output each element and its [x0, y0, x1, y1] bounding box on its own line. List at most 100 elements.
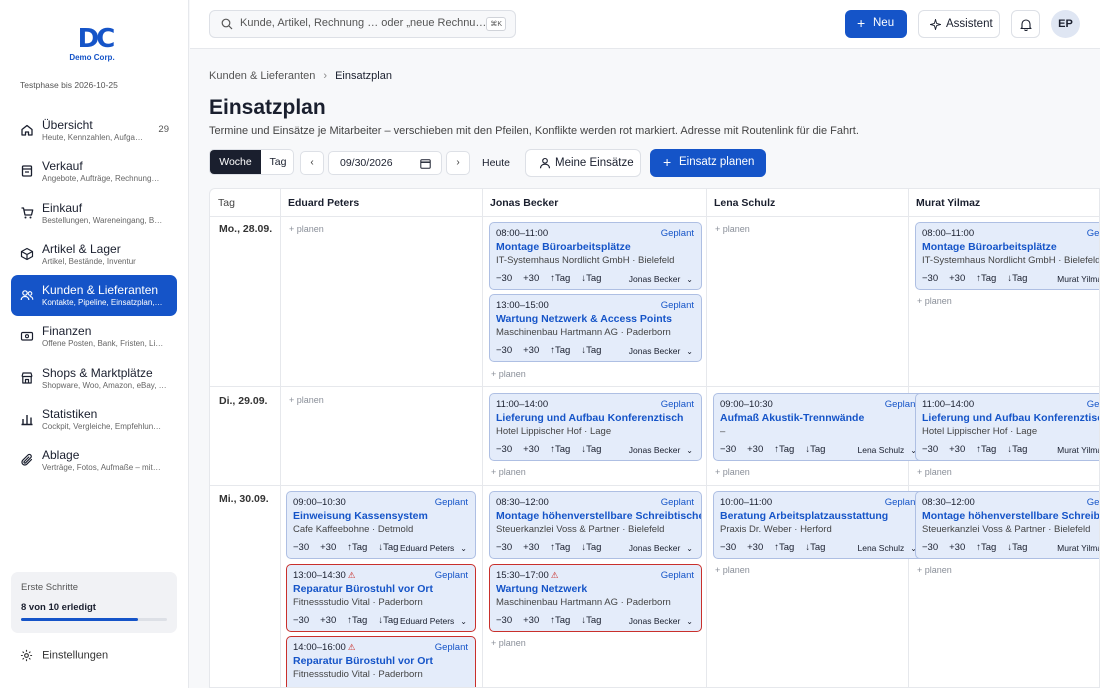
view-week-button[interactable]: Woche [210, 150, 261, 174]
assignment-address-link[interactable]: Maschinenbau Hartmann AG · Paderborn [496, 596, 695, 610]
assignment-address-link[interactable]: IT-Systemhaus Nordlicht GmbH · Bielefeld [496, 254, 695, 268]
assignment-title[interactable]: Montage Büroarbeitsplätze [922, 240, 1099, 254]
assignee-select[interactable]: Jonas Becker ⌄ [629, 616, 693, 626]
shift-plus-30-button[interactable]: +30 [320, 542, 336, 553]
assignee-select[interactable]: Eduard Peters ⌄ [400, 616, 467, 626]
shift-plus-30-button[interactable]: +30 [523, 273, 539, 284]
shift-day-down-button[interactable]: ↓Tag [378, 615, 398, 626]
sidebar-item-verkauf[interactable]: Verkauf Angebote, Aufträge, Rechnung… [11, 151, 177, 192]
assignment-card[interactable]: 09:00–10:30 Geplant Einweisung Kassensyste… [286, 491, 476, 559]
assignment-card[interactable]: 11:00–14:00GeplantLieferung und Aufbau K… [915, 393, 1099, 461]
shift-minus-30-button[interactable]: −30 [496, 615, 512, 626]
my-assignments-button[interactable]: Meine Einsätze [525, 149, 641, 177]
assignment-title[interactable]: Reparatur Bürostuhl vor Ort [293, 582, 469, 596]
shift-plus-30-button[interactable]: +30 [523, 345, 539, 356]
next-button[interactable]: › [446, 151, 470, 175]
shift-minus-30-button[interactable]: −30 [922, 273, 938, 284]
shift-plus-30-button[interactable]: +30 [523, 444, 539, 455]
assignment-title[interactable]: Montage höhenverstellbare Schreibtische [922, 509, 1099, 523]
shift-minus-30-button[interactable]: −30 [720, 542, 736, 553]
assignment-title[interactable]: Wartung Netzwerk [496, 582, 695, 596]
plan-slot-link[interactable]: + planen [491, 467, 526, 477]
plan-assignment-button[interactable]: + Einsatz planen [650, 149, 766, 177]
shift-minus-30-button[interactable]: −30 [922, 542, 938, 553]
assignment-card[interactable]: 13:00–15:00 Geplant Wartung Netzwerk & Acc… [489, 294, 702, 362]
shift-minus-30-button[interactable]: −30 [496, 444, 512, 455]
assignment-address-link[interactable]: Hotel Lippischer Hof · Lage [496, 425, 695, 439]
assignment-title[interactable]: Aufmaß Akustik-Trennwände [720, 411, 919, 425]
assignment-address-link[interactable]: Praxis Dr. Weber · Herford [720, 523, 919, 537]
plan-slot-link[interactable]: + planen [491, 369, 526, 379]
plan-slot-link[interactable]: + planen [715, 224, 750, 234]
shift-day-down-button[interactable]: ↓Tag [1007, 444, 1027, 455]
assignee-select[interactable]: Murat Yilmaz⌄ [1057, 543, 1099, 553]
view-day-button[interactable]: Tag [261, 150, 293, 174]
shift-minus-30-button[interactable]: −30 [922, 444, 938, 455]
shift-plus-30-button[interactable]: +30 [949, 273, 965, 284]
assignment-title[interactable]: Reparatur Bürostuhl vor Ort [293, 654, 469, 668]
shift-day-up-button[interactable]: ↑Tag [550, 345, 570, 356]
sidebar-item-einkauf[interactable]: Einkauf Bestellungen, Wareneingang, B… [11, 193, 177, 234]
assignment-address-link[interactable]: Maschinenbau Hartmann AG · Paderborn [496, 326, 695, 340]
company-logo[interactable]: DC Demo Corp. [69, 26, 118, 62]
assignment-card[interactable]: 08:00–11:00 GeplantMontage Büroarbeitsplä… [915, 222, 1099, 290]
assignment-address-link[interactable]: Steuerkanzlei Voss & Partner · Bielefeld [496, 523, 695, 537]
assignment-card[interactable]: 11:00–14:00GeplantLieferung und Aufbau K… [489, 393, 702, 461]
assignee-select[interactable]: Murat Yilmaz⌄ [1057, 274, 1099, 284]
new-button[interactable]: + Neu [845, 10, 907, 38]
plan-slot-link[interactable]: + planen [491, 638, 526, 648]
assignee-select[interactable]: Lena Schulz ⌄ [858, 543, 918, 553]
shift-minus-30-button[interactable]: −30 [720, 444, 736, 455]
assignment-title[interactable]: Beratung Arbeitsplatzausstattung [720, 509, 919, 523]
assignment-title[interactable]: Lieferung und Aufbau Konferenztisch [496, 411, 695, 425]
assignee-select[interactable]: Murat Yilmaz⌄ [1057, 445, 1099, 455]
assignment-card[interactable]: 13:00–14:30 ⚠ Geplant Reparatur Bürostuhl v… [286, 564, 476, 632]
plan-slot-link[interactable]: + planen [917, 296, 952, 306]
shift-day-down-button[interactable]: ↓Tag [581, 542, 601, 553]
shift-day-down-button[interactable]: ↓Tag [805, 444, 825, 455]
assignment-card[interactable]: 08:30–12:00GeplantMontage höhenverstellb… [489, 491, 702, 559]
shift-plus-30-button[interactable]: +30 [949, 542, 965, 553]
assignment-card[interactable]: 08:30–12:00GeplantMontage höhenverstellb… [915, 491, 1099, 559]
assignment-card[interactable]: 15:30–17:00 ⚠ Geplant Wartung Netzwerk Masch… [489, 564, 702, 632]
plan-slot-link[interactable]: + planen [917, 467, 952, 477]
assignment-title[interactable]: Lieferung und Aufbau Konferenztisch [922, 411, 1099, 425]
shift-day-up-button[interactable]: ↑Tag [550, 444, 570, 455]
user-avatar[interactable]: EP [1051, 10, 1080, 38]
today-button[interactable]: Heute [482, 157, 510, 169]
shift-day-down-button[interactable]: ↓Tag [378, 542, 398, 553]
shift-plus-30-button[interactable]: +30 [747, 542, 763, 553]
shift-day-down-button[interactable]: ↓Tag [581, 444, 601, 455]
assignment-address-link[interactable]: IT-Systemhaus Nordlicht GmbH · Bielefeld [922, 254, 1099, 268]
assignee-select[interactable]: Jonas Becker ⌄ [629, 346, 693, 356]
shift-day-down-button[interactable]: ↓Tag [581, 345, 601, 356]
assignee-select[interactable]: Lena Schulz ⌄ [858, 445, 918, 455]
assignee-select[interactable]: Jonas Becker ⌄ [629, 274, 693, 284]
assignment-card[interactable]: 09:00–10:30 Geplant Aufmaß Akustik-Trennwä… [713, 393, 926, 461]
sidebar-item-ablage[interactable]: Ablage Verträge, Fotos, Aufmaße – mit… [11, 440, 177, 481]
assignee-select[interactable]: Jonas Becker ⌄ [629, 445, 693, 455]
sidebar-item-kunden-lieferanten[interactable]: Kunden & Lieferanten Kontakte, Pipeline,… [11, 275, 177, 317]
shift-plus-30-button[interactable]: +30 [320, 615, 336, 626]
assignment-card[interactable]: 10:00–11:00 Geplant Beratung Arbeitsplatza… [713, 491, 926, 559]
onboarding-progress-card[interactable]: Erste Schritte 8 von 10 erledigt [11, 572, 177, 633]
settings-link[interactable]: Einstellungen [20, 649, 108, 662]
previous-button[interactable]: ‹ [300, 151, 324, 175]
global-search-input[interactable]: Kunde, Artikel, Rechnung … oder „neue Re… [209, 10, 516, 38]
plan-slot-link[interactable]: + planen [917, 565, 952, 575]
assignment-card[interactable]: 14:00–16:00 ⚠ Geplant Reparatur Bürostuhl v… [286, 636, 476, 687]
assignment-title[interactable]: Wartung Netzwerk & Access Points [496, 312, 695, 326]
shift-day-up-button[interactable]: ↑Tag [347, 615, 367, 626]
assignee-select[interactable]: Jonas Becker ⌄ [629, 543, 693, 553]
plan-slot-link[interactable]: + planen [289, 395, 324, 405]
shift-minus-30-button[interactable]: −30 [293, 615, 309, 626]
shift-plus-30-button[interactable]: +30 [523, 542, 539, 553]
shift-day-up-button[interactable]: ↑Tag [774, 542, 794, 553]
plan-slot-link[interactable]: + planen [715, 467, 750, 477]
shift-day-up-button[interactable]: ↑Tag [347, 542, 367, 553]
shift-day-down-button[interactable]: ↓Tag [581, 615, 601, 626]
sidebar-item-shops[interactable]: Shops & Marktplätze Shopware, Woo, Amazo… [11, 358, 177, 399]
notifications-button[interactable] [1011, 10, 1040, 38]
sidebar-item-statistiken[interactable]: Statistiken Cockpit, Vergleiche, Empfehl… [11, 399, 177, 440]
shift-day-up-button[interactable]: ↑Tag [976, 273, 996, 284]
